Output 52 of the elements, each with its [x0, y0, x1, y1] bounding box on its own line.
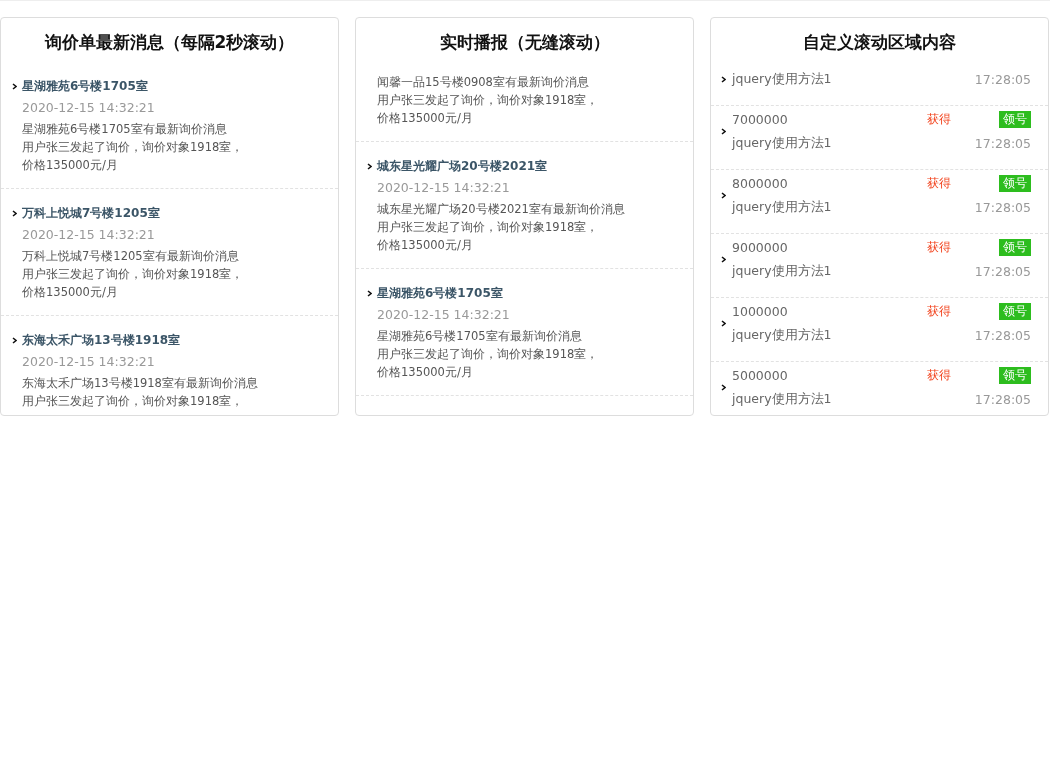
- inquiry-message: 星湖雅苑6号楼1705室有最新询价消息 用户张三发起了询价，询价对象1918室， 价格135000元/月: [22, 121, 245, 174]
- inquiry-title[interactable]: 星湖雅苑6号楼1705室: [22, 77, 148, 95]
- item-name[interactable]: jquery使用方法1: [732, 262, 975, 280]
- inquiry-message: 万科上悦城7号楼1205室有最新询价消息 用户张三发起了询价，询价对象1918室， 价格135000元/月: [22, 248, 245, 301]
- item-time: 17:28:05: [974, 263, 1031, 279]
- status-text: 获得: [927, 174, 951, 192]
- chevron-icon: [12, 336, 17, 344]
- chevron-icon: [721, 319, 726, 327]
- inquiry-date: 2020-12-15 14:32:21: [22, 226, 156, 244]
- chevron-icon: [721, 383, 726, 391]
- item-time: 17:28:05: [974, 71, 1031, 87]
- chevron-icon: [721, 255, 726, 263]
- item-time: 17:28:05: [974, 391, 1031, 407]
- status-text: 获得: [927, 366, 951, 384]
- chevron-icon: [367, 162, 372, 170]
- inquiry-title[interactable]: 城东星光耀广场20号楼2021室: [377, 157, 548, 175]
- item-time: 17:28:05: [974, 135, 1031, 151]
- inquiry-message: 城东星光耀广场20号楼2021室有最新询价消息 用户张三发起了询价，询价对象1918室， 价格135000元/月: [377, 201, 626, 254]
- panel-title: 实时播报（无缝滚动）: [438, 31, 611, 54]
- status-text: 获得: [927, 110, 951, 128]
- inquiry-message: 闻馨一品15号楼0908室有最新询价消息 用户张三发起了询价，询价对象1918室， 价格135000元/月: [377, 74, 600, 127]
- inquiry-title[interactable]: 万科上悦城7号楼1205室: [22, 204, 160, 222]
- inquiry-date: 2020-12-15 14:32:21: [22, 353, 156, 371]
- status-text: 获得: [927, 302, 951, 320]
- chevron-icon: [367, 289, 372, 297]
- item-time: 17:28:05: [974, 327, 1031, 343]
- chevron-icon: [12, 82, 17, 90]
- inquiry-message: 东海太禾广场13号楼1918室有最新询价消息 用户张三发起了询价，询价对象1918室，: [22, 375, 259, 410]
- amount-text: 9000000: [732, 239, 789, 255]
- chevron-icon: [721, 127, 726, 135]
- item-name[interactable]: jquery使用方法1: [732, 134, 975, 152]
- inquiry-date: 2020-12-15 14:32:21: [22, 99, 156, 117]
- item-name[interactable]: jquery使用方法1: [732, 70, 975, 88]
- inquiry-date: 2020-12-15 14:32:21: [377, 306, 511, 324]
- panel-title: 自定义滚动区域内容: [802, 31, 957, 54]
- chevron-icon: [12, 209, 17, 217]
- amount-text: 7000000: [732, 111, 789, 127]
- panel-title: 询价单最新消息（每隔2秒滚动）: [43, 31, 296, 54]
- inquiry-date: 2020-12-15 14:32:21: [377, 179, 511, 197]
- inquiry-title[interactable]: 东海太禾广场13号楼1918室: [22, 331, 181, 349]
- inquiry-title[interactable]: 星湖雅苑6号楼1705室: [377, 284, 503, 302]
- amount-text: 8000000: [732, 175, 789, 191]
- chevron-icon: [721, 191, 726, 199]
- item-time: 17:28:05: [974, 199, 1031, 215]
- amount-text: 1000000: [732, 303, 789, 319]
- chevron-icon: [721, 75, 726, 83]
- inquiry-message: 星湖雅苑6号楼1705室有最新询价消息 用户张三发起了询价，询价对象1918室， 价格135000元/月: [377, 328, 600, 381]
- status-text: 获得: [927, 238, 951, 256]
- amount-text: 5000000: [732, 367, 789, 383]
- item-name[interactable]: jquery使用方法1: [732, 390, 975, 408]
- item-name[interactable]: jquery使用方法1: [732, 326, 975, 344]
- item-name[interactable]: jquery使用方法1: [732, 198, 975, 216]
